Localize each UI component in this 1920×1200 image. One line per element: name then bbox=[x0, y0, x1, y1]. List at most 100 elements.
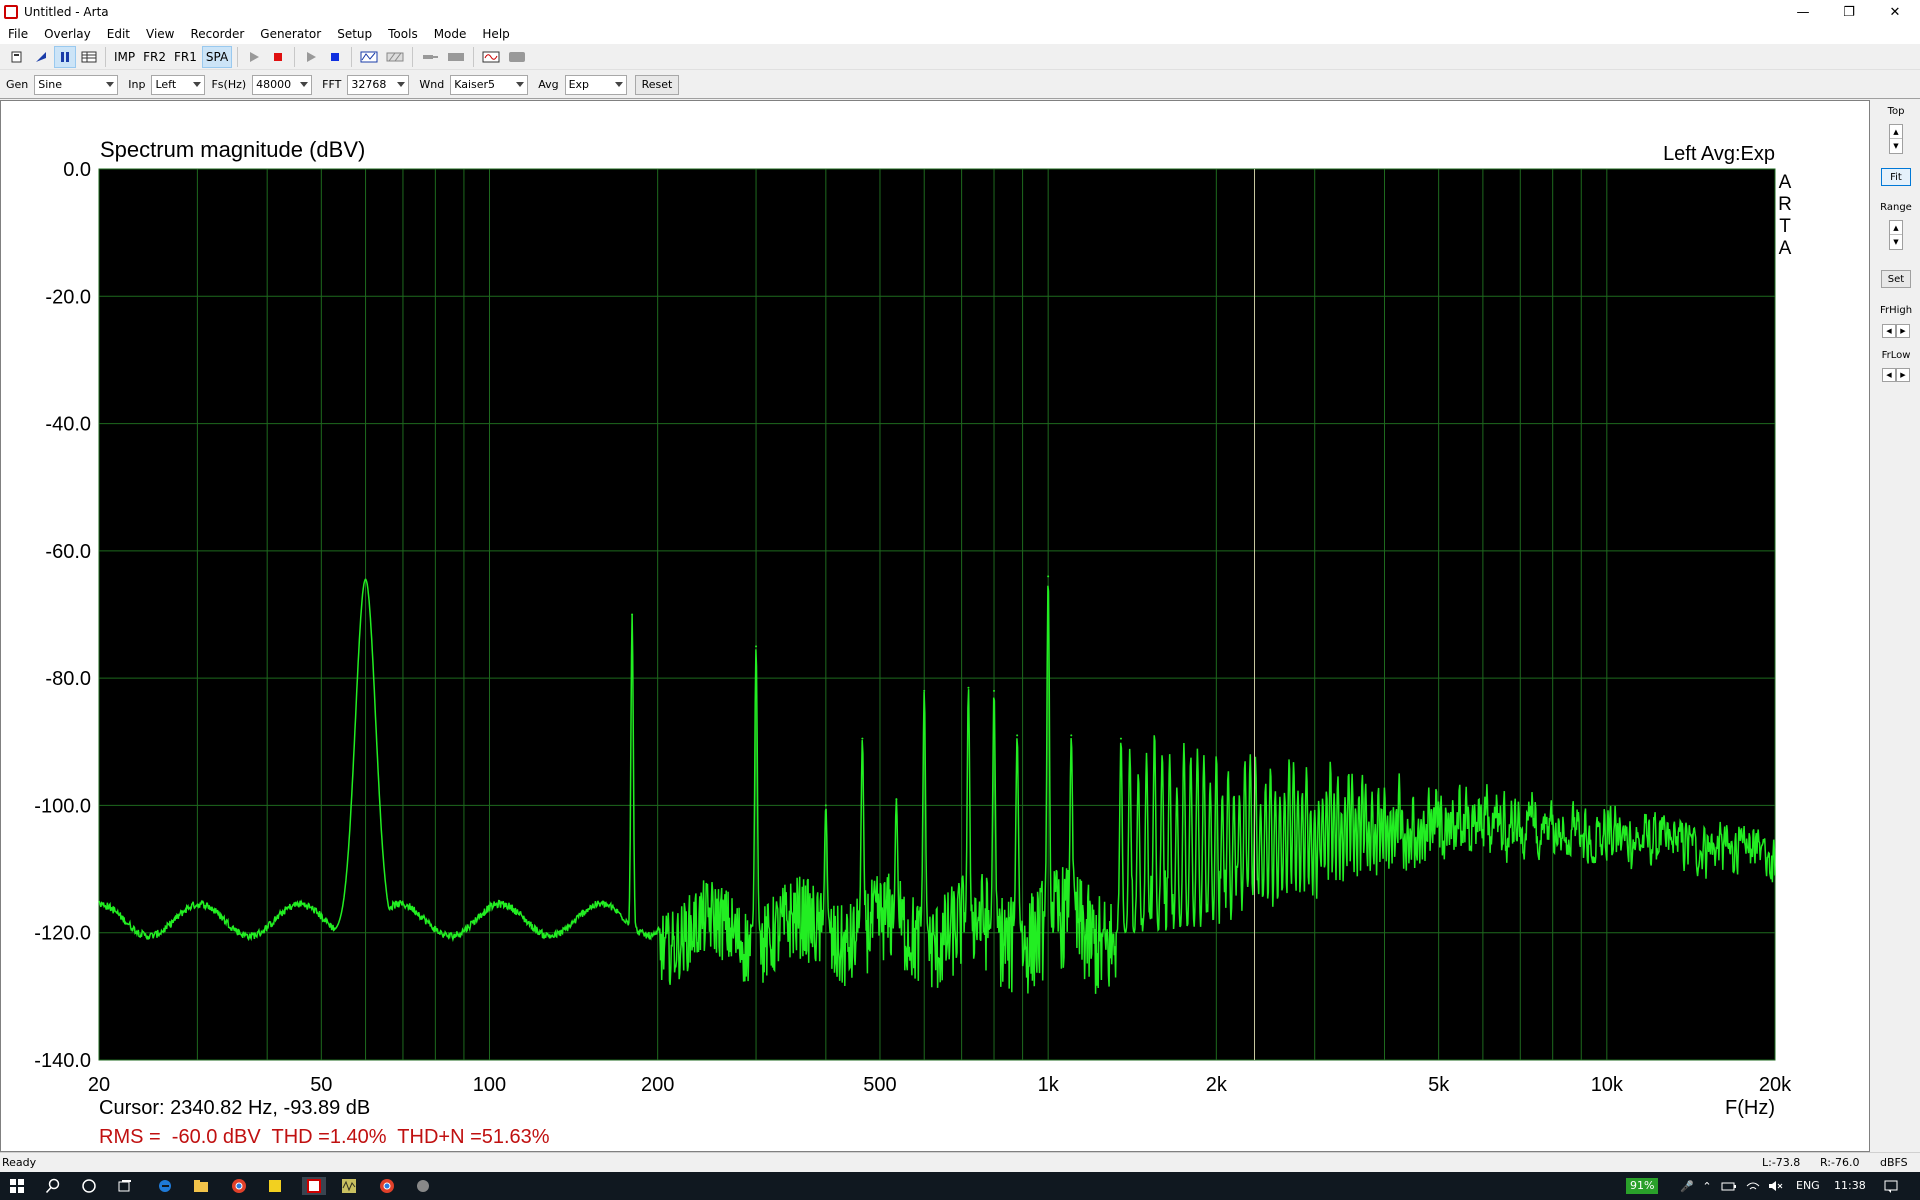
menu-view[interactable]: View bbox=[138, 24, 182, 44]
probe-icon bbox=[423, 54, 439, 59]
pause-icon bbox=[61, 51, 69, 62]
restore-button[interactable]: ❐ bbox=[1826, 0, 1872, 24]
network-tray-button[interactable] bbox=[1744, 1177, 1762, 1195]
meter-button[interactable] bbox=[505, 46, 529, 68]
tool-taskbar-button[interactable] bbox=[414, 1177, 432, 1195]
menu-edit[interactable]: Edit bbox=[99, 24, 138, 44]
start-button[interactable] bbox=[8, 1177, 26, 1195]
spin-down-icon[interactable]: ▼ bbox=[1890, 139, 1902, 153]
probe-button[interactable] bbox=[418, 46, 442, 68]
menu-recorder[interactable]: Recorder bbox=[182, 24, 252, 44]
arta-taskbar-button[interactable] bbox=[302, 1177, 326, 1195]
stop-analyzer-button[interactable] bbox=[324, 46, 346, 68]
generator-select[interactable]: Sine bbox=[34, 74, 119, 95]
harmonic-peak bbox=[1016, 734, 1019, 737]
explorer-taskbar-button[interactable] bbox=[192, 1177, 210, 1195]
x-tick-label: 50 bbox=[310, 1074, 332, 1096]
edge-icon bbox=[159, 1180, 171, 1192]
frhigh-label: FrHigh bbox=[1879, 305, 1913, 316]
spin-right-icon[interactable]: ▶ bbox=[1896, 324, 1910, 338]
clock[interactable]: 11:38 bbox=[1834, 1179, 1866, 1192]
imp-mode-button[interactable]: IMP bbox=[111, 46, 138, 68]
analyzer-taskbar-button[interactable] bbox=[340, 1177, 358, 1195]
input-avg-label: Left Avg:Exp bbox=[1663, 143, 1775, 165]
wifi-icon bbox=[1746, 1182, 1760, 1190]
menu-overlay[interactable]: Overlay bbox=[36, 24, 99, 44]
play-analyzer-button[interactable] bbox=[300, 46, 322, 68]
chrome2-taskbar-button[interactable] bbox=[378, 1177, 396, 1195]
spectrum-chart[interactable]: Spectrum magnitude (dBV) Left Avg:Exp 0.… bbox=[1, 101, 1869, 1151]
battery-percent[interactable]: 91% bbox=[1626, 1178, 1659, 1194]
fs-label: Fs(Hz) bbox=[211, 78, 247, 91]
chrome-taskbar-button[interactable] bbox=[230, 1177, 248, 1195]
spin-up-icon[interactable]: ▲ bbox=[1890, 221, 1902, 235]
spin-down-icon[interactable]: ▼ bbox=[1890, 235, 1902, 249]
frlow-spinner[interactable]: ◀ ▶ bbox=[1882, 368, 1910, 382]
arta-letter: R bbox=[1778, 194, 1792, 215]
restore-icon: ❐ bbox=[1843, 4, 1855, 20]
spin-left-icon[interactable]: ◀ bbox=[1882, 324, 1896, 338]
spin-left-icon[interactable]: ◀ bbox=[1882, 368, 1896, 382]
menu-mode[interactable]: Mode bbox=[426, 24, 475, 44]
calibrate-button[interactable] bbox=[357, 46, 381, 68]
notifications-button[interactable] bbox=[1882, 1177, 1900, 1195]
frhigh-spinner[interactable]: ◀ ▶ bbox=[1882, 324, 1910, 338]
sample-rate-select[interactable]: 48000 bbox=[252, 74, 313, 95]
mic-tray-button[interactable]: 🎤 bbox=[1678, 1177, 1696, 1195]
minimize-button[interactable]: — bbox=[1780, 0, 1826, 24]
inp-label: Inp bbox=[128, 78, 146, 91]
language-indicator[interactable]: ENG bbox=[1796, 1179, 1820, 1192]
range-spinner[interactable]: ▲ ▼ bbox=[1889, 220, 1903, 250]
fft-size-select[interactable]: 32768 bbox=[347, 74, 410, 95]
pause-view-button[interactable] bbox=[54, 45, 76, 68]
edge-taskbar-button[interactable] bbox=[156, 1177, 174, 1195]
menu-setup[interactable]: Setup bbox=[329, 24, 380, 44]
battery-tray-button[interactable] bbox=[1720, 1177, 1738, 1195]
spin-up-icon[interactable]: ▲ bbox=[1890, 125, 1902, 139]
top-spinner[interactable]: ▲ ▼ bbox=[1889, 124, 1903, 154]
windows-taskbar: 91% 🎤 ⌃ ENG 11:38 bbox=[0, 1172, 1920, 1200]
grid-view-button[interactable] bbox=[78, 46, 100, 68]
record-stop-button[interactable] bbox=[267, 46, 289, 68]
cortana-button[interactable] bbox=[80, 1177, 98, 1195]
new-file-icon bbox=[11, 51, 22, 62]
reset-button[interactable]: Reset bbox=[634, 74, 680, 95]
x-tick-label: 20 bbox=[88, 1074, 110, 1096]
input-select[interactable]: Left bbox=[151, 74, 206, 95]
task-view-button[interactable] bbox=[116, 1177, 134, 1195]
show-hidden-icons-button[interactable]: ⌃ bbox=[1698, 1177, 1716, 1195]
play-button[interactable] bbox=[243, 46, 265, 68]
open-button[interactable] bbox=[30, 46, 52, 68]
spa-mode-button[interactable]: SPA bbox=[201, 45, 233, 68]
fr2-mode-button[interactable]: FR2 bbox=[140, 46, 169, 68]
fr1-mode-button[interactable]: FR1 bbox=[171, 46, 200, 68]
analyzer-settings-bar: Gen Sine Inp Left Fs(Hz) 48000 FFT 32768… bbox=[0, 71, 1920, 99]
calibration-icon bbox=[360, 51, 378, 62]
volume-tray-button[interactable] bbox=[1766, 1177, 1784, 1195]
generator-value: Sine bbox=[38, 78, 63, 91]
new-file-button[interactable] bbox=[6, 46, 28, 68]
y-tick-label: -100.0 bbox=[34, 795, 91, 817]
search-button[interactable] bbox=[44, 1177, 62, 1195]
range-label: Range bbox=[1880, 202, 1912, 213]
window-title: Untitled - Arta bbox=[24, 5, 109, 19]
loopback-button[interactable] bbox=[383, 46, 407, 68]
set-button[interactable]: Set bbox=[1881, 270, 1911, 288]
menu-help[interactable]: Help bbox=[474, 24, 517, 44]
status-text: Ready bbox=[2, 1156, 37, 1169]
fit-button[interactable]: Fit bbox=[1881, 168, 1911, 186]
menu-generator[interactable]: Generator bbox=[252, 24, 329, 44]
frlow-label: FrLow bbox=[1881, 350, 1911, 361]
scope-button[interactable] bbox=[479, 46, 503, 68]
x-axis-ticks: 20 50 100 200 500 1k 2k 5k 10k 20k bbox=[88, 1074, 1792, 1096]
menu-file[interactable]: File bbox=[0, 24, 36, 44]
averaging-select[interactable]: Exp bbox=[564, 74, 627, 95]
scale-control-panel: Top ▲ ▼ Fit Range ▲ ▼ Set FrHigh ◀ ▶ FrL… bbox=[1872, 100, 1920, 1152]
spin-right-icon[interactable]: ▶ bbox=[1896, 368, 1910, 382]
device-button[interactable] bbox=[444, 46, 468, 68]
notes-taskbar-button[interactable] bbox=[266, 1177, 284, 1195]
close-button[interactable]: ✕ bbox=[1872, 0, 1918, 24]
right-level: R:-76.0 bbox=[1820, 1156, 1860, 1169]
menu-tools[interactable]: Tools bbox=[380, 24, 426, 44]
window-select[interactable]: Kaiser5 bbox=[450, 74, 529, 95]
